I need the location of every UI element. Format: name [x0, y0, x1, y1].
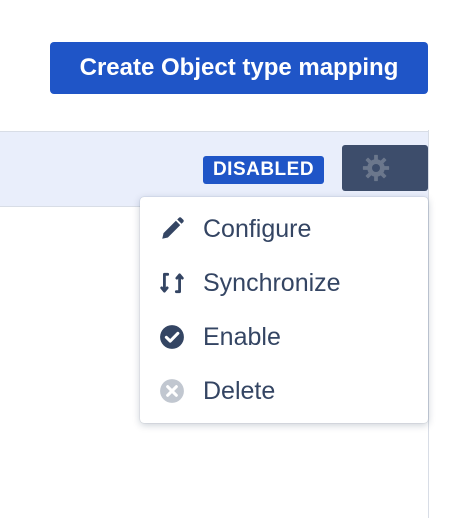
- gear-icon: [361, 153, 391, 183]
- menu-item-delete[interactable]: Delete: [140, 364, 428, 418]
- menu-item-label: Synchronize: [203, 268, 341, 297]
- pencil-icon: [158, 215, 186, 243]
- actions-dropdown-menu: Configure Synchronize Enable Delete: [140, 197, 428, 423]
- actions-menu-button[interactable]: [342, 145, 428, 191]
- status-badge: DISABLED: [203, 156, 324, 184]
- menu-item-synchronize[interactable]: Synchronize: [140, 256, 428, 310]
- sync-icon: [158, 269, 186, 297]
- create-object-type-mapping-button[interactable]: Create Object type mapping: [50, 42, 428, 94]
- menu-item-label: Enable: [203, 322, 281, 351]
- menu-item-label: Configure: [203, 214, 312, 243]
- check-circle-icon: [158, 323, 186, 351]
- menu-item-enable[interactable]: Enable: [140, 310, 428, 364]
- menu-item-configure[interactable]: Configure: [140, 202, 428, 256]
- close-circle-icon: [158, 377, 186, 405]
- menu-item-label: Delete: [203, 376, 276, 405]
